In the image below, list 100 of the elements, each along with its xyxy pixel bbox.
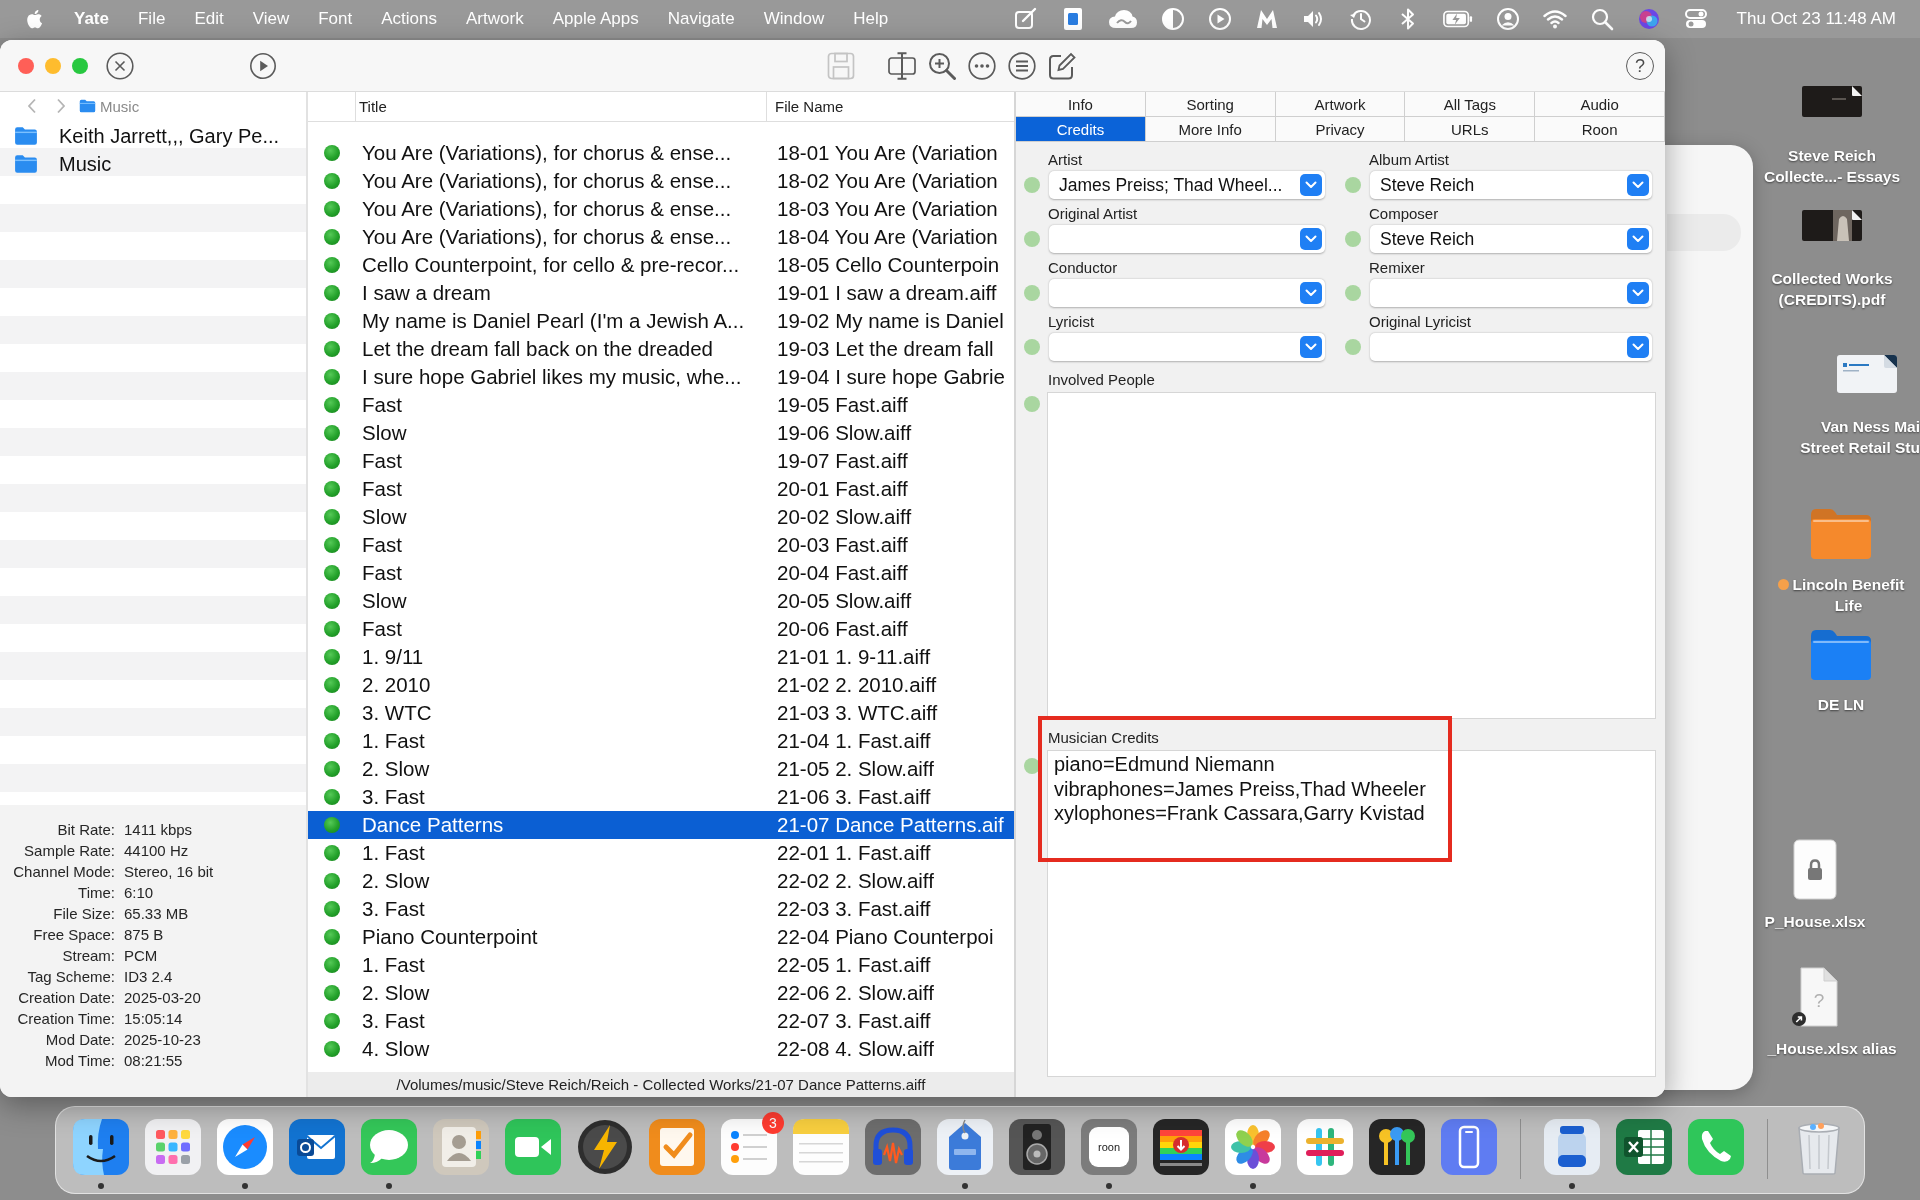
apple-icon[interactable] — [26, 8, 45, 30]
zoom-window-button[interactable] — [72, 57, 88, 74]
text-area[interactable]: piano=Edmund Niemann vibraphones=James Preiss,Thad Wheeler xylophones=Frank Cassara,Garry Kvistad — [1047, 750, 1656, 1077]
app-grid-app-icon[interactable] — [145, 1119, 201, 1175]
jar-app-icon[interactable] — [1544, 1119, 1600, 1175]
tab[interactable]: Roon — [1535, 117, 1665, 142]
history-clock-icon[interactable] — [1348, 7, 1373, 31]
sidebar-item[interactable]: Keith Jarrett,,, Gary Pe... — [0, 122, 306, 150]
combo-box[interactable] — [1049, 333, 1325, 361]
half-circle-icon[interactable] — [1160, 7, 1185, 31]
column-header[interactable]: Title — [355, 92, 766, 121]
phone-app-icon[interactable] — [1688, 1119, 1744, 1175]
tab[interactable]: Audio — [1535, 92, 1665, 117]
spreadsheet-app-icon[interactable] — [1616, 1119, 1672, 1175]
phone-screen-app-icon[interactable] — [1441, 1119, 1497, 1175]
dropdown-button[interactable] — [1300, 174, 1322, 196]
zoom-in-icon[interactable] — [928, 51, 956, 80]
folder-icon[interactable] — [1809, 506, 1873, 560]
combo-box[interactable] — [1049, 225, 1325, 253]
wifi-icon[interactable] — [1542, 7, 1567, 31]
compass-app-icon[interactable] — [217, 1119, 273, 1175]
desktop-icon-label: P_House.xlsx — [1764, 912, 1866, 932]
status-dot-icon — [1024, 339, 1040, 355]
tab[interactable]: All Tags — [1405, 92, 1536, 117]
info-value: 6:10 — [124, 883, 155, 903]
combo-box[interactable] — [1049, 279, 1325, 307]
ellipsis-circle-icon[interactable] — [968, 51, 996, 80]
dropdown-button[interactable] — [1627, 174, 1649, 196]
combo-box[interactable] — [1370, 279, 1652, 307]
combo-box[interactable] — [1370, 333, 1652, 361]
chevron-left-icon[interactable] — [27, 98, 37, 114]
locked-file-icon[interactable] — [1793, 839, 1837, 900]
table-cell-text: 20-06 Fast.aiff — [776, 617, 909, 641]
dropdown-button[interactable] — [1627, 228, 1649, 250]
search-icon[interactable] — [1589, 7, 1614, 31]
path-label[interactable]: Music — [100, 97, 140, 115]
tag-app-icon[interactable] — [937, 1119, 993, 1175]
table-cell-text: 21-03 3. WTC.aiff — [776, 701, 939, 725]
cloud-icon[interactable] — [1107, 9, 1138, 29]
column-header[interactable]: File Name — [766, 92, 1014, 121]
dropdown-button[interactable] — [1627, 336, 1649, 358]
mail-app-icon[interactable] — [289, 1119, 345, 1175]
chevron-right-icon[interactable] — [56, 98, 66, 114]
table-row[interactable]: Dance Patterns 21-07 Dance Patterns.aif — [308, 811, 1014, 839]
chevron-down-icon — [1632, 181, 1644, 189]
dropdown-button[interactable] — [1300, 282, 1322, 304]
table-cell-text: Fast — [361, 617, 403, 641]
close-circle-icon[interactable] — [106, 51, 134, 80]
toggles-icon[interactable] — [1683, 7, 1708, 31]
dropdown-button[interactable] — [1300, 228, 1322, 250]
smiling-face-app-icon[interactable] — [73, 1119, 129, 1175]
logo-text-app-icon[interactable]: roon — [1081, 1119, 1137, 1175]
combo-box[interactable]: James Preiss; Thad Wheel... — [1049, 171, 1325, 199]
contact-card-app-icon[interactable] — [433, 1119, 489, 1175]
info-value: 65.33 MB — [124, 904, 190, 924]
sidebar-item[interactable]: Music — [0, 150, 306, 178]
text-cursor-icon[interactable] — [888, 51, 916, 80]
table-cell-text: 2. Slow — [361, 981, 431, 1005]
tab[interactable]: Info — [1016, 92, 1146, 117]
flower-app-icon[interactable] — [1225, 1119, 1281, 1175]
compose-icon[interactable] — [1048, 51, 1076, 80]
text-field[interactable] — [1667, 214, 1741, 251]
video-camera-app-icon[interactable] — [505, 1119, 561, 1175]
field-label: Lyricist — [1048, 312, 1095, 332]
battery-icon[interactable] — [1442, 9, 1473, 29]
screen-app-icon[interactable] — [1153, 1119, 1209, 1175]
pencil-square-icon[interactable] — [1013, 7, 1038, 31]
hash-app-icon[interactable] — [1297, 1119, 1353, 1175]
tab[interactable]: URLs — [1405, 117, 1536, 142]
tab[interactable]: More Info — [1145, 117, 1276, 142]
lightning-app-icon[interactable] — [577, 1119, 633, 1175]
speaker-app-icon[interactable] — [1009, 1119, 1065, 1175]
combo-box[interactable]: Steve Reich — [1370, 171, 1652, 199]
chat-bubble-app-icon[interactable] — [361, 1119, 417, 1175]
status-dot-icon — [1024, 396, 1040, 412]
headphones-app-icon[interactable] — [865, 1119, 921, 1175]
play-circle-icon[interactable] — [249, 51, 277, 80]
status-dot-icon — [1345, 285, 1361, 301]
dropdown-button[interactable] — [1627, 282, 1649, 304]
field-label: Composer — [1369, 204, 1439, 224]
tab[interactable]: Sorting — [1145, 92, 1276, 117]
close-window-button[interactable] — [18, 57, 34, 74]
tab[interactable]: Credits — [1016, 117, 1146, 142]
status-dot-icon — [323, 201, 340, 217]
list-circle-icon[interactable] — [1008, 51, 1036, 80]
dark-thumbnail-icon[interactable] — [1802, 86, 1862, 117]
document-icon[interactable] — [1837, 355, 1897, 393]
folder-icon[interactable] — [1809, 627, 1873, 681]
keys-app-icon[interactable] — [1369, 1119, 1425, 1175]
user-circle-icon[interactable] — [1495, 7, 1520, 31]
dropdown-button[interactable] — [1300, 336, 1322, 358]
table-cell-text: Slow — [361, 505, 408, 529]
combo-box[interactable]: Steve Reich — [1370, 225, 1652, 253]
photo-thumbnail-icon[interactable] — [1802, 210, 1862, 241]
tab[interactable]: Artwork — [1275, 92, 1406, 117]
tab[interactable]: Privacy — [1275, 117, 1406, 142]
field-label: Conductor — [1048, 258, 1118, 278]
checkmark-app-icon[interactable] — [649, 1119, 705, 1175]
color-orb-icon[interactable] — [1636, 7, 1661, 31]
reminders-list-app-icon[interactable] — [721, 1119, 777, 1175]
